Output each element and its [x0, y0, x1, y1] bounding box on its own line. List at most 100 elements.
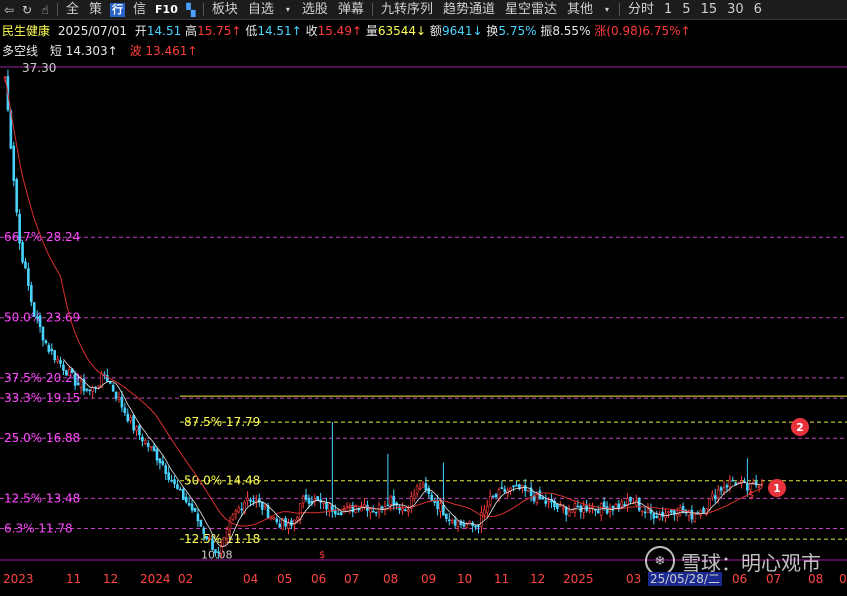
candle-body: [85, 388, 89, 391]
x-axis-label: 10: [457, 572, 473, 586]
menu-xuangu[interactable]: 选股: [297, 0, 333, 19]
menu-zixuan[interactable]: 自选: [243, 0, 279, 19]
amplitude-value: 8.55%: [552, 24, 591, 38]
candle-body: [158, 458, 162, 464]
candle-body: [407, 509, 410, 512]
candle-body: [146, 443, 150, 447]
inner-fib-label: 87.5% 17.79: [184, 415, 260, 429]
quote-info-bar: 民生健康 2025/07/01 开14.51 高15.75↑ 低14.51↑ 收…: [0, 20, 847, 42]
menu-xingkong[interactable]: 星空雷达: [500, 0, 562, 19]
chevron-down-icon[interactable]: ▾: [601, 4, 613, 16]
candle-body: [12, 145, 16, 181]
candle-body: [35, 316, 39, 319]
candle-body: [237, 507, 241, 513]
candle-body: [374, 511, 378, 514]
period-15[interactable]: 15: [696, 0, 723, 19]
inner-fib-label: 12.5% 11.18: [184, 532, 260, 546]
candle-body: [260, 501, 264, 510]
candle-body: [421, 484, 425, 488]
period-60[interactable]: 6: [749, 0, 767, 19]
period-1[interactable]: 1: [659, 0, 677, 19]
candle-body: [44, 340, 48, 344]
candle-body: [556, 503, 559, 510]
candle-body: [424, 483, 428, 491]
period-fenshi[interactable]: 分时: [623, 0, 659, 19]
candle-body: [129, 417, 132, 421]
x-axis-label: 03: [626, 572, 642, 586]
toolbar-item-ce[interactable]: 策: [84, 0, 107, 19]
candle-body: [225, 529, 229, 539]
inner-fib-label: 50.0% 14.48: [184, 474, 260, 488]
toolbar-divider: [371, 3, 373, 16]
candle-body: [246, 497, 249, 501]
refresh-icon[interactable]: ↻: [21, 3, 33, 17]
turnover-label: 换: [486, 24, 499, 38]
marker-badge-2[interactable]: 2: [791, 418, 809, 436]
x-axis-label: 12: [103, 572, 119, 586]
candle-body: [369, 508, 372, 513]
candle-body: [287, 522, 290, 529]
candle-body: [415, 486, 419, 494]
menu-jiuzhuan[interactable]: 九转序列: [376, 0, 438, 19]
candle-body: [176, 484, 179, 490]
toolbar-quote-button[interactable]: 行: [110, 2, 126, 17]
candle-body: [544, 500, 548, 504]
candle-body: [512, 485, 515, 488]
fib-label: 6.3% 11.78: [4, 521, 73, 535]
candle-body: [719, 487, 723, 491]
toolbar-item-quan[interactable]: 全: [61, 0, 84, 19]
candle-body: [491, 495, 495, 498]
candle-body: [47, 344, 51, 352]
x-axis-label: 2024: [140, 572, 171, 586]
pointer-icon[interactable]: ☝: [39, 3, 51, 17]
low-value: 14.51↑: [257, 24, 302, 38]
amplitude-label: 振: [540, 24, 553, 38]
candle-body: [559, 505, 562, 507]
period-30[interactable]: 30: [722, 0, 749, 19]
candle-body: [523, 485, 527, 492]
candle-body: [725, 485, 729, 488]
candle-body: [202, 527, 206, 535]
candle-body: [430, 494, 434, 501]
candle-body: [234, 510, 238, 515]
wave-label: 波: [129, 44, 142, 58]
kline-chart[interactable]: 37.3066.7% 28.2450.0% 23.6937.5% 20.2933…: [0, 60, 847, 572]
toolbar-item-xin[interactable]: 信: [128, 0, 151, 19]
candle-body: [716, 489, 720, 498]
volume-value: 63544↓: [377, 24, 427, 38]
back-icon[interactable]: ⇦: [3, 3, 15, 17]
candle-body: [412, 494, 416, 499]
x-axis-label: 07: [766, 572, 782, 586]
x-axis-label: 04: [243, 572, 259, 586]
period-5[interactable]: 5: [677, 0, 695, 19]
candle-body: [143, 440, 147, 444]
candle-body: [605, 506, 609, 514]
marker-badge-1[interactable]: 1: [768, 479, 786, 497]
menu-qushi[interactable]: 趋势通道: [438, 0, 500, 19]
candle-body: [24, 261, 27, 269]
menu-danmu[interactable]: 弹幕: [333, 0, 369, 19]
candle-body: [295, 517, 299, 521]
menu-bankuai[interactable]: 板块: [207, 0, 243, 19]
candle-body: [32, 302, 36, 317]
x-axis-label: 2025: [563, 572, 594, 586]
candle-body: [737, 481, 740, 484]
menu-qita[interactable]: 其他: [562, 0, 598, 19]
x-axis-label: 06: [311, 572, 327, 586]
candle-body: [132, 415, 135, 431]
low-price-label: 10.08: [201, 549, 233, 562]
candle-body: [447, 519, 451, 522]
candle-body: [401, 508, 404, 512]
candle-body: [722, 487, 726, 493]
change-label: 涨: [594, 24, 607, 38]
x-axis-label: 11: [494, 572, 510, 586]
candle-body: [582, 505, 586, 513]
date-cursor-badge: 25/05/28/二: [648, 572, 722, 586]
candle-body: [278, 523, 282, 528]
chevron-down-icon[interactable]: ▾: [282, 4, 294, 16]
candle-body: [41, 326, 45, 341]
f10-button[interactable]: F10: [155, 3, 178, 16]
candle-body: [304, 494, 308, 500]
candle-body: [138, 425, 141, 436]
layout-icon[interactable]: ▚: [185, 3, 197, 17]
